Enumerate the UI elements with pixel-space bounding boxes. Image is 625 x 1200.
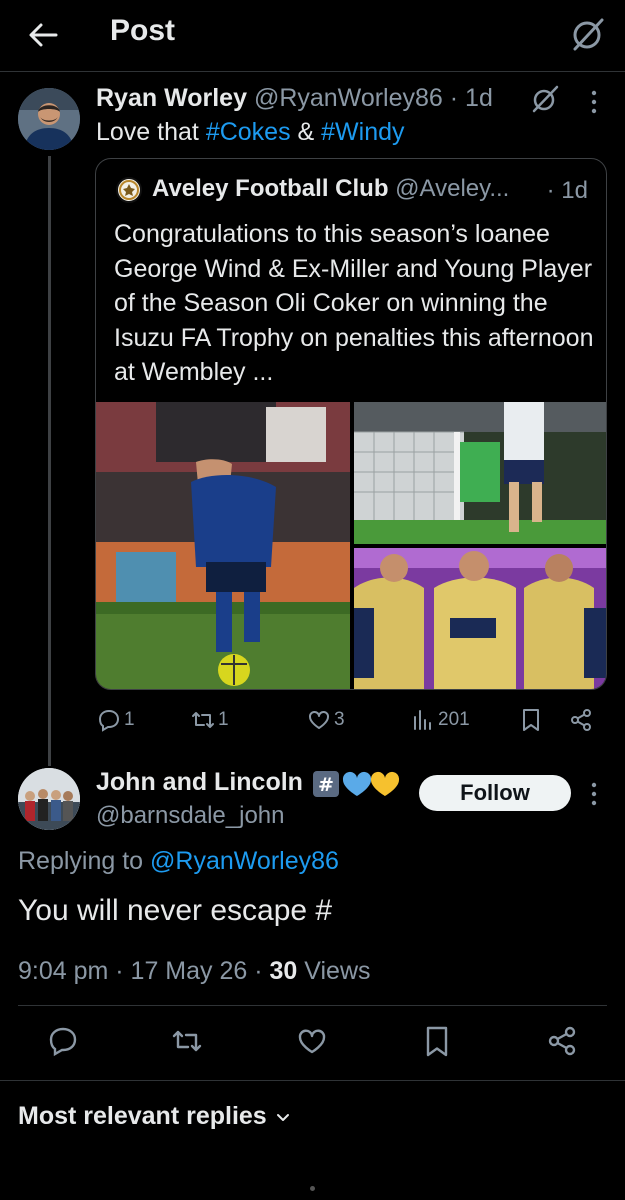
more-options-icon[interactable] <box>584 88 604 116</box>
quote-header: Aveley Football Club @Aveley... <box>152 175 509 203</box>
photo-player-dribbling[interactable] <box>96 402 350 689</box>
share-button[interactable] <box>568 704 594 736</box>
follow-button[interactable]: Follow <box>419 775 571 811</box>
club-crest-icon <box>116 177 142 203</box>
grok-icon[interactable] <box>530 84 560 114</box>
reply-button[interactable]: 1 <box>96 704 135 736</box>
post-header: Ryan Worley @RyanWorley86 · 1d <box>96 84 493 113</box>
like-count: 3 <box>334 709 345 730</box>
author-handle[interactable]: @RyanWorley86 <box>254 84 443 112</box>
quoted-post[interactable]: Aveley Football Club @Aveley... · 1d Con… <box>95 158 607 690</box>
replies-sort-dropdown[interactable]: Most relevant replies <box>18 1102 291 1131</box>
reply-count: 1 <box>124 709 135 730</box>
timestamp: 9:04 pm · 17 May 26 · <box>18 957 270 985</box>
repost-count: 1 <box>218 709 229 730</box>
profile-emojis: # <box>312 769 402 799</box>
blue-heart-icon <box>342 771 372 796</box>
chevron-down-icon <box>275 1109 291 1125</box>
back-arrow-icon[interactable] <box>26 18 60 52</box>
repost-icon <box>190 707 216 733</box>
top-bar: Post <box>0 0 625 72</box>
author-name[interactable]: Ryan Worley <box>96 84 247 112</box>
more-options-icon[interactable] <box>584 780 604 808</box>
view-count: 201 <box>438 709 470 730</box>
share-icon[interactable] <box>545 1024 579 1058</box>
views-count[interactable]: 30 <box>270 957 298 985</box>
post-text-mid: & <box>290 118 322 146</box>
photo-goalmouth[interactable] <box>354 402 606 544</box>
post-metadata: 9:04 pm · 17 May 26 · 30 Views <box>18 957 371 986</box>
bookmark-icon[interactable] <box>420 1024 454 1058</box>
post-time: · 1d <box>449 84 493 112</box>
replying-to: Replying to @RyanWorley86 <box>18 847 339 876</box>
post-text: Love that #Cokes & #Windy <box>96 118 405 147</box>
divider <box>18 1005 607 1006</box>
reply-icon[interactable] <box>46 1024 80 1058</box>
photo-team-celebrating[interactable] <box>354 548 606 689</box>
avatar[interactable] <box>18 768 80 830</box>
views-button[interactable]: 201 <box>410 704 470 736</box>
hashtag-link[interactable]: #Windy <box>321 118 404 146</box>
replying-handle-link[interactable]: @RyanWorley86 <box>150 847 339 875</box>
views-label: Views <box>297 957 371 985</box>
post-actions: 1 1 3 201 <box>96 704 606 736</box>
media-grid <box>96 402 606 689</box>
sort-label: Most relevant replies <box>18 1102 267 1130</box>
heart-icon <box>306 707 332 733</box>
hashtag-link[interactable]: #Cokes <box>206 118 291 146</box>
quote-time: · 1d <box>546 177 588 204</box>
reply-icon <box>96 707 122 733</box>
quote-text: Congratulations to this season’s loanee … <box>114 220 594 386</box>
share-icon <box>568 707 594 733</box>
bookmark-icon <box>518 707 544 733</box>
analytics-icon <box>410 707 436 733</box>
replying-prefix: Replying to <box>18 847 151 875</box>
heart-icon[interactable] <box>295 1024 329 1058</box>
scroll-indicator <box>310 1186 315 1191</box>
avatar[interactable] <box>18 88 80 150</box>
reply-text: You will never escape # <box>18 894 333 927</box>
quote-author-name: Aveley Football Club <box>152 175 389 202</box>
repost-button[interactable]: 1 <box>190 704 229 736</box>
reply-author-handle[interactable]: @barnsdale_john <box>96 802 285 830</box>
quote-author-handle: @Aveley... <box>395 175 510 202</box>
grok-icon[interactable] <box>570 16 606 52</box>
post-text-prefix: Love that <box>96 118 206 146</box>
svg-text:#: # <box>318 774 334 796</box>
repost-icon[interactable] <box>170 1024 204 1058</box>
yellow-heart-icon <box>370 771 400 796</box>
thread-line <box>48 156 51 766</box>
bookmark-button[interactable] <box>518 704 544 736</box>
page-title: Post <box>110 14 176 47</box>
reply-actions <box>0 1024 625 1064</box>
reply-author-name[interactable]: John and Lincoln <box>96 768 303 797</box>
like-button[interactable]: 3 <box>306 704 345 736</box>
divider <box>0 1080 625 1081</box>
